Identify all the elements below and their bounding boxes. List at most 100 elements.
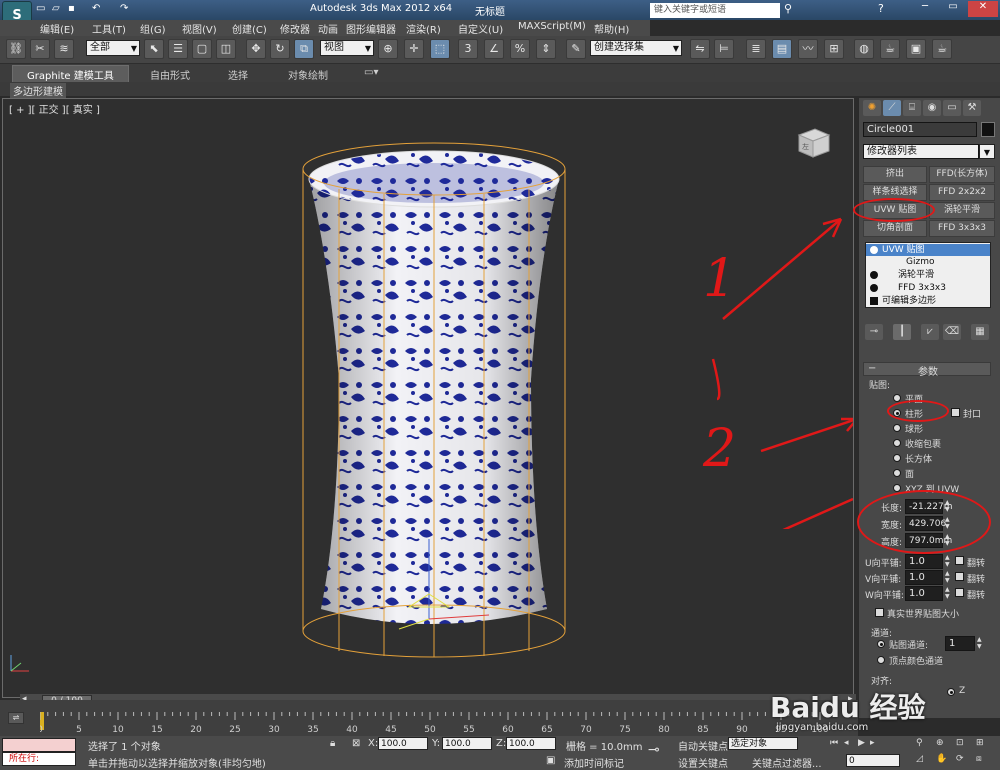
absolute-mode-icon[interactable]: ⊠: [352, 738, 360, 749]
search-input[interactable]: 键入关键字或短语: [650, 3, 780, 18]
link-icon[interactable]: ⛓: [6, 39, 26, 59]
map-channel-radio[interactable]: [877, 640, 885, 648]
material-editor-icon[interactable]: ◍: [854, 39, 874, 59]
configure-sets-icon[interactable]: ▦: [971, 324, 989, 340]
maxscript-listener[interactable]: [2, 738, 76, 752]
utilities-tab-icon[interactable]: ⚒: [963, 100, 981, 116]
zoom-extents-icon[interactable]: ⊡: [956, 738, 964, 748]
u-tile-spinner[interactable]: ▲ ▼: [945, 554, 951, 568]
stack-item-uvw-map[interactable]: UVW 贴图: [866, 244, 990, 256]
graphite-toggle-icon[interactable]: ▤: [772, 39, 792, 59]
select-by-name-icon[interactable]: ☰: [168, 39, 188, 59]
show-end-result-icon[interactable]: ┃: [893, 324, 911, 340]
undo-icon[interactable]: ↶: [92, 3, 100, 14]
u-flip-checkbox[interactable]: [955, 556, 964, 565]
window-crossing-icon[interactable]: ◫: [216, 39, 236, 59]
bind-space-warp-icon[interactable]: ≋: [54, 39, 74, 59]
w-tile-field[interactable]: 1.0: [905, 586, 943, 601]
rotate-icon[interactable]: ↻: [270, 39, 290, 59]
vertex-color-radio[interactable]: [877, 656, 885, 664]
menu-group[interactable]: 组(G): [140, 21, 166, 36]
auto-key-button[interactable]: 自动关键点: [678, 738, 728, 753]
zoom-icon[interactable]: ⚲: [916, 738, 923, 748]
viewcube[interactable]: 左: [793, 125, 833, 161]
trackbar[interactable]: ⇌ 05101520253035404550556065707580859095…: [0, 700, 858, 736]
light-bulb-icon[interactable]: [870, 246, 878, 254]
display-tab-icon[interactable]: ▭: [943, 100, 961, 116]
modifier-chamfer-button[interactable]: 切角剖面: [863, 220, 927, 237]
snap-3-icon[interactable]: 3: [458, 39, 478, 59]
menu-help[interactable]: 帮助(H): [594, 21, 629, 36]
key-filters-button[interactable]: 关键点过滤器...: [752, 755, 822, 770]
time-tag-icon[interactable]: ▣: [546, 755, 555, 766]
menu-tools[interactable]: 工具(T): [92, 21, 126, 36]
render-production-icon[interactable]: ☕: [932, 39, 952, 59]
zoom-extents-all-icon[interactable]: ⊞: [976, 738, 984, 748]
make-unique-icon[interactable]: ⩗: [921, 324, 939, 340]
map-channel-field[interactable]: 1: [945, 636, 975, 651]
select-manipulate-icon[interactable]: ✛: [404, 39, 424, 59]
light-bulb-icon[interactable]: [870, 297, 878, 305]
unlink-icon[interactable]: ✂: [30, 39, 50, 59]
key-mode-icon[interactable]: ⊸: [648, 742, 660, 758]
curve-editor-icon[interactable]: 〰: [798, 39, 818, 59]
mapping-face-radio[interactable]: [893, 469, 901, 477]
w-tile-spinner[interactable]: ▲ ▼: [945, 586, 951, 600]
modifier-turbosmooth-button[interactable]: 涡轮平滑: [929, 202, 995, 219]
viewport-front[interactable]: [ + ][ 正交 ][ 真实 ] 左 1 2: [2, 98, 854, 698]
move-icon[interactable]: ✥: [246, 39, 266, 59]
keyboard-shortcut-icon[interactable]: ⬚: [430, 39, 450, 59]
field-of-view-icon[interactable]: ◿: [916, 754, 923, 764]
stack-item-editable-poly[interactable]: 可编辑多边形: [866, 295, 990, 307]
current-frame-field[interactable]: 0: [846, 754, 900, 767]
save-icon[interactable]: ▪: [68, 3, 75, 14]
modifier-ffd-box-button[interactable]: FFD(长方体): [929, 166, 995, 183]
y-coordinate-field[interactable]: 100.0: [442, 737, 492, 750]
scale-icon[interactable]: ⧉: [294, 39, 314, 59]
tab-freeform[interactable]: 自由形式: [150, 67, 190, 82]
w-flip-checkbox[interactable]: [955, 588, 964, 597]
redo-icon[interactable]: ↷: [120, 3, 128, 14]
trackbar-toggle-icon[interactable]: ⇌: [8, 712, 24, 724]
remove-modifier-icon[interactable]: ⌫: [943, 324, 961, 340]
mapping-box-radio[interactable]: [893, 454, 901, 462]
cap-checkbox[interactable]: [951, 408, 960, 417]
menu-customize[interactable]: 自定义(U): [458, 21, 503, 36]
open-file-icon[interactable]: ▱: [52, 3, 60, 14]
maximize-viewport-icon[interactable]: ⧈: [976, 754, 982, 764]
angle-snap-icon[interactable]: ∠: [484, 39, 504, 59]
menu-modifiers[interactable]: 修改器: [280, 21, 310, 36]
lock-selection-icon[interactable]: 🔒︎: [330, 738, 335, 749]
stack-item-ffd[interactable]: FFD 3x3x3: [866, 282, 990, 294]
selected-object-dropdown[interactable]: 选定对象: [728, 737, 798, 750]
polygon-modeling-label[interactable]: 多边形建模: [10, 83, 66, 98]
z-coordinate-field[interactable]: 100.0: [506, 737, 556, 750]
stack-item-gizmo[interactable]: Gizmo: [866, 256, 990, 268]
orbit-icon[interactable]: ⟳: [956, 754, 964, 764]
modifier-ffd-3x3x3-button[interactable]: FFD 3x3x3: [929, 220, 995, 237]
schematic-view-icon[interactable]: ⊞: [824, 39, 844, 59]
add-time-tag[interactable]: 添加时间标记: [564, 755, 624, 770]
zoom-all-icon[interactable]: ⊕: [936, 738, 944, 748]
help-icon[interactable]: ?: [878, 2, 884, 15]
new-file-icon[interactable]: ▭: [36, 3, 45, 14]
modifier-extrude-button[interactable]: 挤出: [863, 166, 927, 183]
close-icon[interactable]: ✕: [968, 1, 998, 17]
menu-maxscript[interactable]: MAXScript(M): [518, 21, 586, 32]
modifier-stack[interactable]: UVW 贴图 Gizmo 涡轮平滑 FFD 3x3x3 可编辑多边形: [865, 242, 991, 308]
v-flip-checkbox[interactable]: [955, 572, 964, 581]
u-tile-field[interactable]: 1.0: [905, 554, 943, 569]
selection-filter-dropdown[interactable]: 全部 ▼: [86, 40, 140, 56]
menu-graph-editors[interactable]: 图形编辑器: [346, 21, 396, 36]
object-name-field[interactable]: Circle001: [863, 122, 977, 137]
minimize-icon[interactable]: ─: [912, 1, 938, 17]
pin-stack-icon[interactable]: ⊸: [865, 324, 883, 340]
select-object-icon[interactable]: ⬉: [144, 39, 164, 59]
search-icon[interactable]: ⚲: [784, 2, 792, 15]
next-frame-icon[interactable]: ▸: [870, 738, 875, 748]
chevron-down-icon[interactable]: ▼: [979, 144, 995, 159]
x-coordinate-field[interactable]: 100.0: [378, 737, 428, 750]
modifier-ffd-2x2x2-button[interactable]: FFD 2x2x2: [929, 184, 995, 201]
align-icon[interactable]: ⊨: [714, 39, 734, 59]
light-bulb-icon[interactable]: [870, 284, 878, 292]
